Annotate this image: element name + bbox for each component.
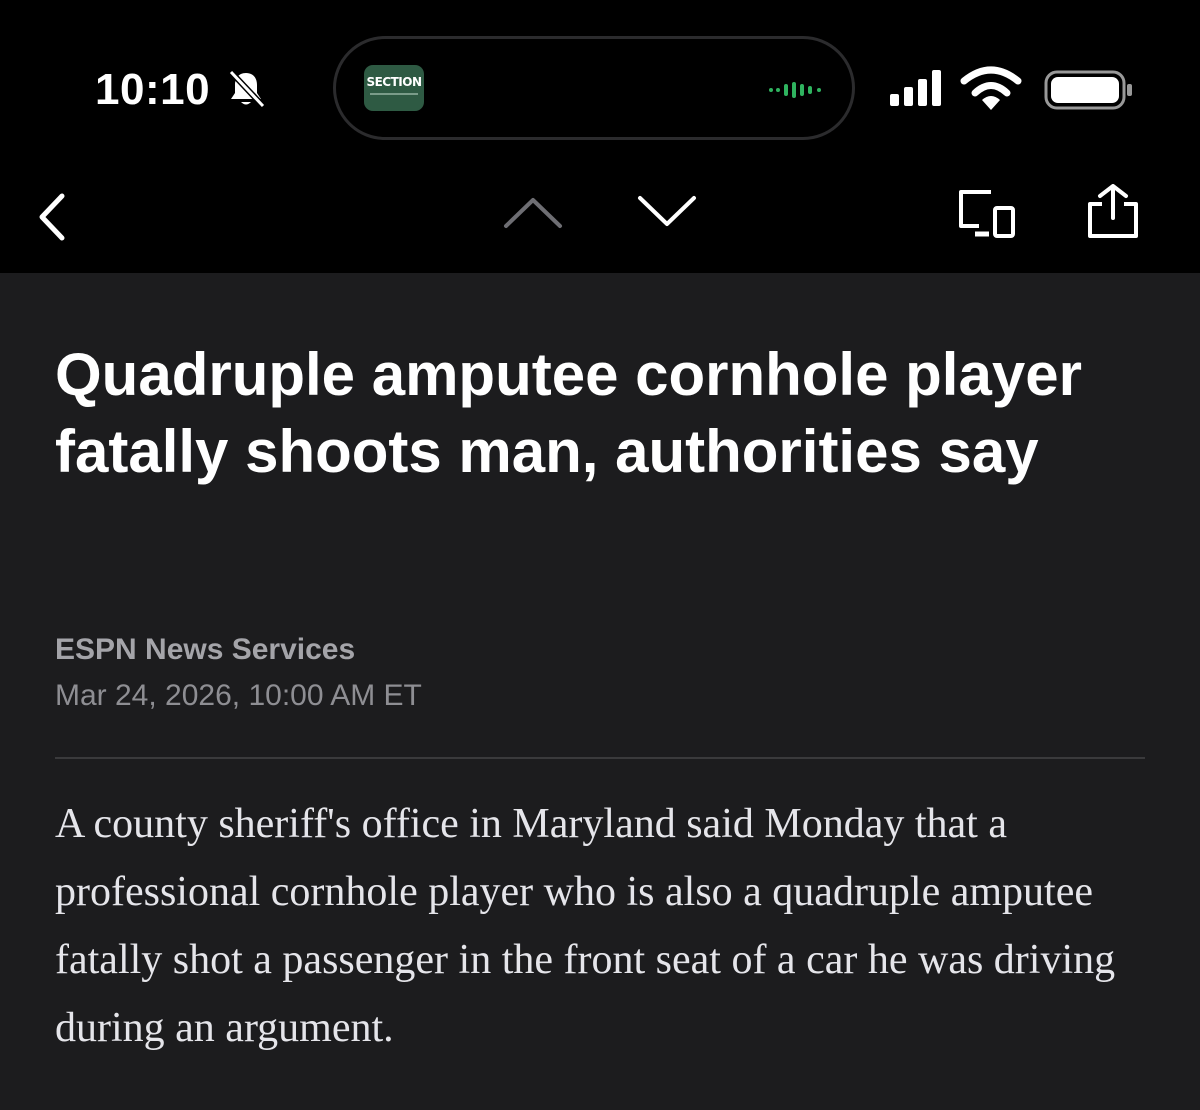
next-article-icon[interactable] [634, 192, 700, 232]
back-chevron-icon[interactable] [28, 192, 78, 242]
status-bar: 10:10 SECTION [0, 0, 1200, 175]
dynamic-island[interactable]: SECTION [333, 36, 855, 140]
section-app-icon[interactable]: SECTION [364, 65, 424, 111]
devices-icon[interactable] [955, 188, 1021, 240]
article-headline: Quadruple amputee cornhole player fatall… [55, 341, 1082, 485]
share-icon[interactable] [1082, 184, 1144, 240]
divider [55, 757, 1145, 759]
audio-wave-icon [769, 82, 821, 98]
previous-article-icon[interactable] [500, 192, 566, 232]
status-time: 10:10 [95, 65, 211, 114]
bell-slash-icon [228, 69, 266, 109]
wifi-icon [960, 66, 1022, 110]
battery-icon [1044, 70, 1132, 110]
cellular-signal-icon [890, 70, 941, 106]
app-icon-tagline-mark [370, 93, 418, 95]
article-byline[interactable]: ESPN News Services [55, 630, 355, 670]
article-date: Mar 24, 2026, 10:00 AM ET [55, 679, 422, 712]
app-icon-label: SECTION [366, 75, 422, 89]
article-body-paragraph: A county sheriff's office in Maryland sa… [55, 801, 1116, 1051]
